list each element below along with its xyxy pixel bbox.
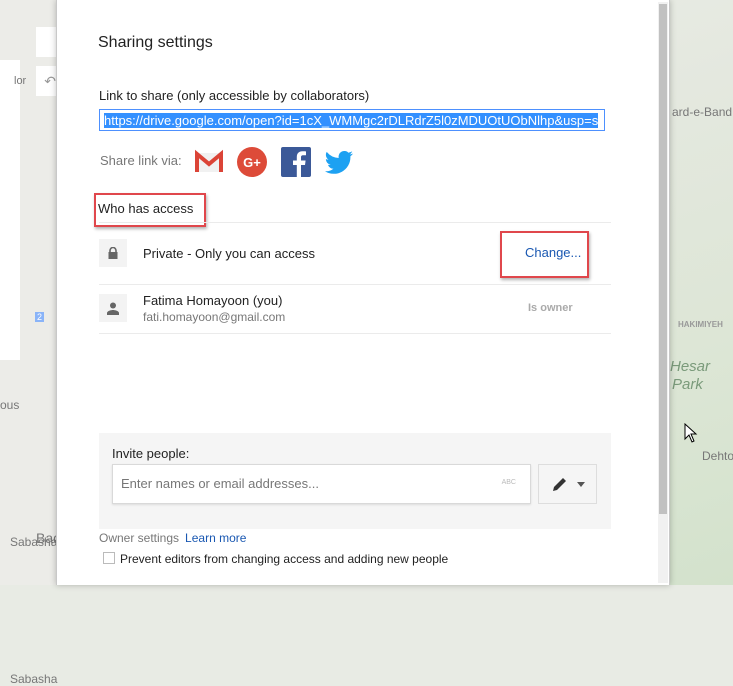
divider <box>99 333 611 334</box>
map-control[interactable] <box>36 27 56 57</box>
scrollbar[interactable] <box>658 2 668 583</box>
road-badge: 2 <box>35 312 45 322</box>
lock-icon <box>99 239 127 267</box>
spellcheck-icon: ABC <box>501 479 516 486</box>
scrollbar-thumb[interactable] <box>659 4 667 514</box>
gmail-icon[interactable] <box>194 147 224 177</box>
person-icon <box>99 294 127 322</box>
owner-name: Fatima Homayoon (you) <box>143 293 283 308</box>
svg-text:G+: G+ <box>243 155 261 170</box>
map-label: Dehto <box>702 449 733 463</box>
pencil-icon <box>552 478 566 491</box>
highlight-box <box>500 231 589 278</box>
map-side-panel <box>0 60 20 360</box>
google-plus-icon[interactable]: G+ <box>237 147 267 177</box>
owner-role: Is owner <box>528 302 573 314</box>
map-label: lor <box>14 75 27 87</box>
sharing-settings-dialog: Sharing settings Link to share (only acc… <box>56 0 670 585</box>
owner-settings-label: Owner settings <box>99 531 180 545</box>
divider <box>99 222 611 223</box>
dialog-title: Sharing settings <box>98 34 213 51</box>
facebook-icon[interactable] <box>281 147 311 177</box>
permission-dropdown-button[interactable] <box>538 464 597 504</box>
learn-more-link[interactable]: Learn more <box>185 531 246 545</box>
twitter-icon[interactable] <box>324 147 354 177</box>
owner-settings: Owner settings Learn more <box>99 531 246 545</box>
access-level-text: Private - Only you can access <box>143 246 315 261</box>
invite-label: Invite people: <box>112 446 190 461</box>
undo-icon[interactable]: ↶ <box>36 66 56 96</box>
share-link-text: https://drive.google.com/open?id=1cX_WMM… <box>104 113 599 128</box>
invite-input[interactable] <box>113 465 499 501</box>
share-link-field[interactable]: https://drive.google.com/open?id=1cX_WMM… <box>99 109 605 131</box>
mouse-cursor-icon <box>684 423 698 443</box>
map-label: Sabasha <box>10 672 58 686</box>
owner-email: fati.homayoon@gmail.com <box>143 310 286 324</box>
invite-people-section: Invite people: ABC <box>99 433 611 529</box>
invite-input-wrapper: ABC <box>112 464 531 504</box>
prevent-editors-checkbox[interactable] <box>103 552 115 564</box>
map-label: Park <box>672 376 703 393</box>
map-label: Sabasha <box>10 535 58 549</box>
map-label: Hesar <box>670 358 711 375</box>
link-label: Link to share (only accessible by collab… <box>99 88 370 103</box>
chevron-down-icon <box>576 481 585 487</box>
divider <box>99 284 611 285</box>
map-label: ard-e-Band <box>672 105 733 119</box>
map-label: HAKIMIYEH <box>678 320 723 329</box>
map-label: ous <box>0 398 20 412</box>
share-via-label: Share link via: <box>100 153 182 168</box>
prevent-editors-label[interactable]: Prevent editors from changing access and… <box>120 552 448 566</box>
